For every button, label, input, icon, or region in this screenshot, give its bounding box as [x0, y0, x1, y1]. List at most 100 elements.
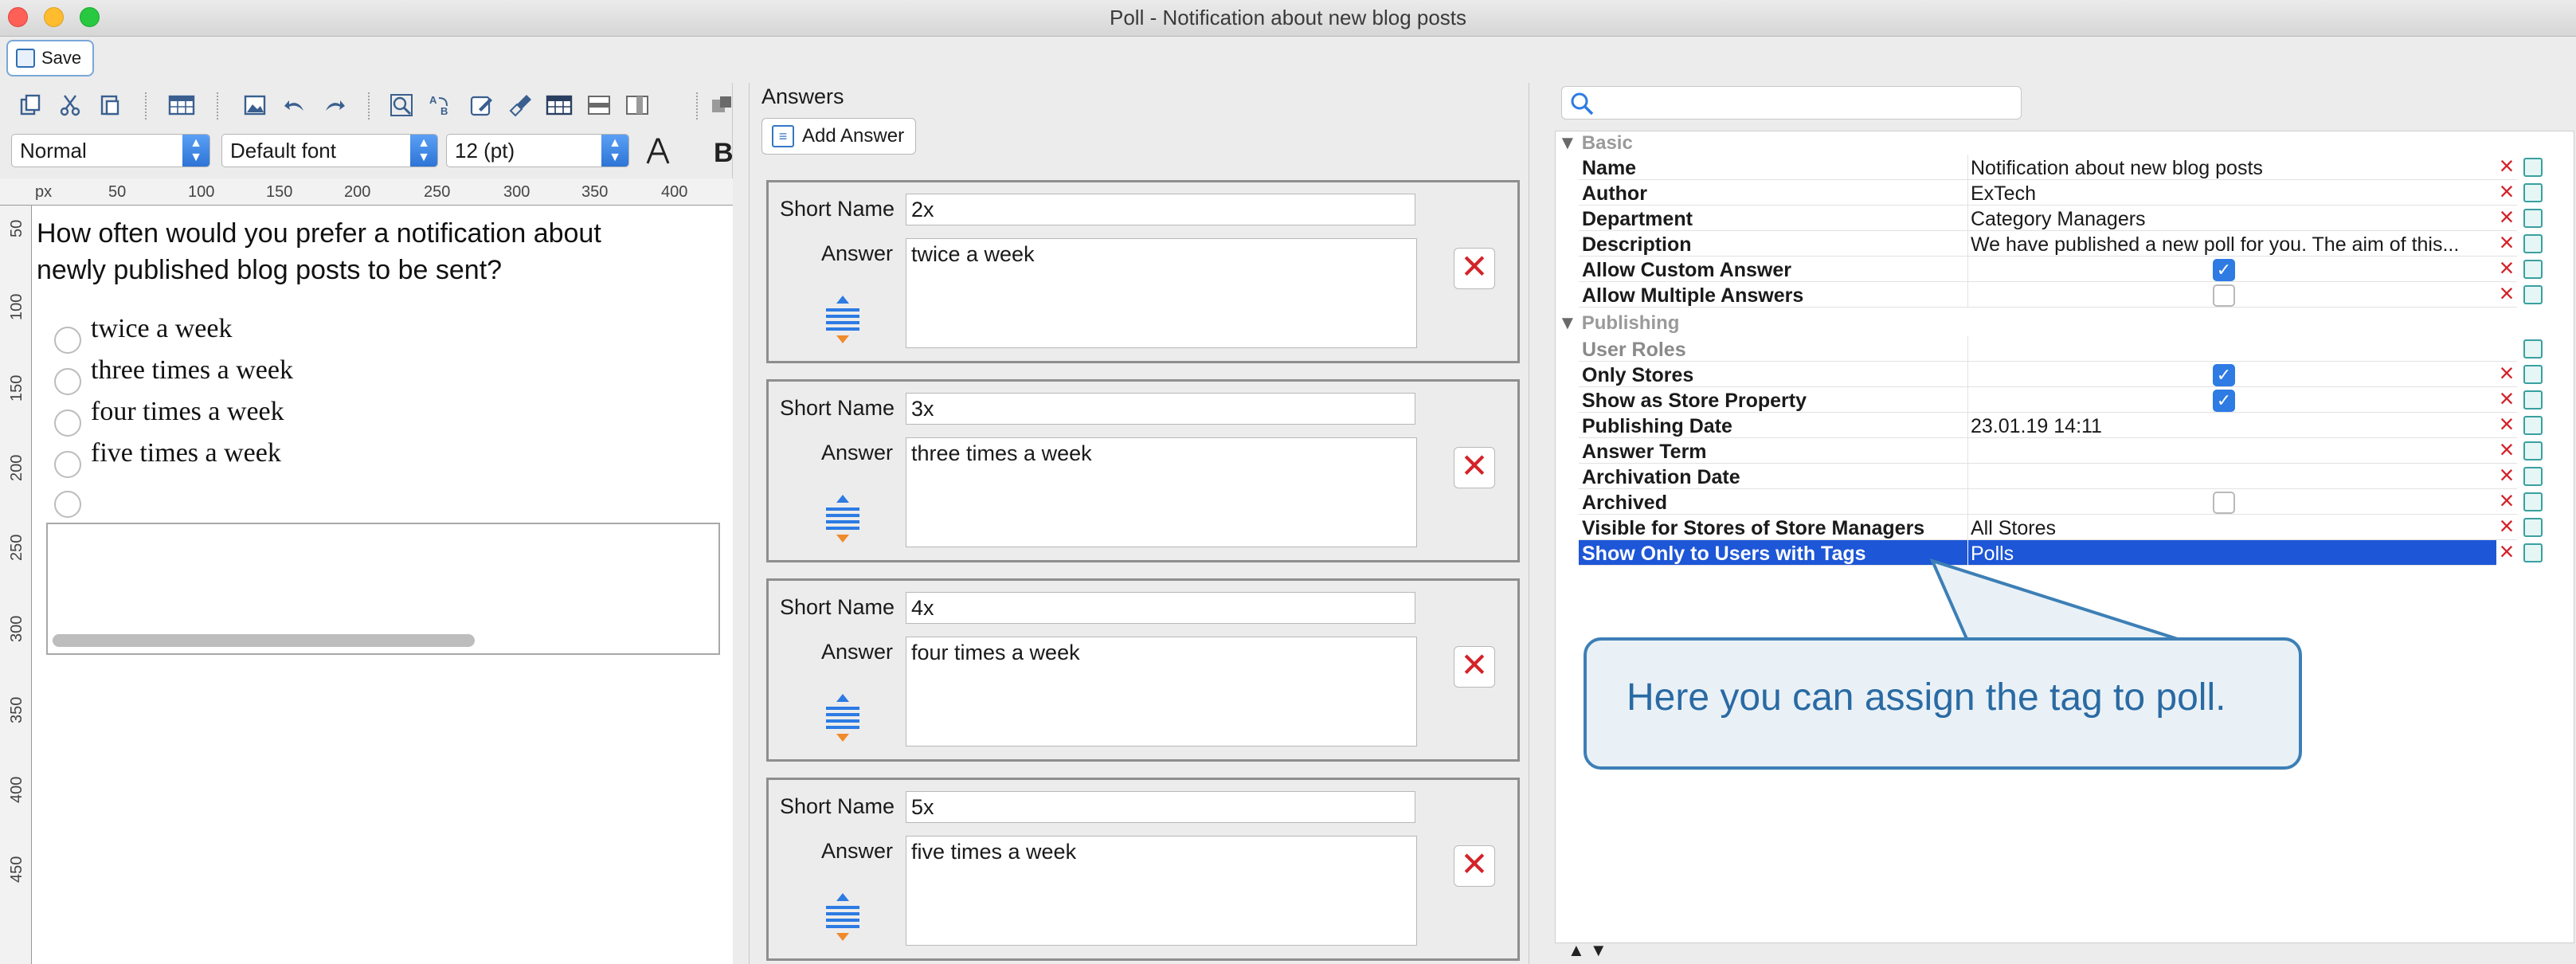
property-row[interactable]: Author ExTech — [1579, 180, 2517, 206]
reorder-icon[interactable] — [820, 692, 866, 743]
property-row[interactable]: Allow Multiple Answers — [1579, 282, 2517, 308]
copy-icon[interactable] — [14, 89, 46, 121]
option-radio[interactable] — [54, 410, 81, 437]
property-row[interactable]: Publishing Date 23.01.19 14:11 — [1579, 413, 2517, 438]
checkbox-unchecked[interactable] — [2213, 492, 2235, 514]
answer-textarea[interactable]: four times a week — [906, 637, 1417, 747]
sort-arrows-icon[interactable]: ▲ ▼ — [1568, 940, 1607, 961]
copy-value-icon[interactable] — [2523, 183, 2543, 202]
poll-question[interactable]: How often would you prefer a notificatio… — [37, 215, 674, 288]
copy-value-icon[interactable] — [2523, 209, 2543, 228]
property-row[interactable]: Show as Store Property ✓ — [1579, 387, 2517, 413]
copy-value-icon[interactable] — [2523, 492, 2543, 511]
property-value[interactable]: All Stores — [1971, 517, 2512, 540]
edit-link-icon[interactable] — [465, 89, 497, 121]
answer-textarea[interactable]: twice a week — [906, 238, 1417, 348]
clear-value-icon[interactable]: × — [2496, 280, 2517, 306]
section-header-basic[interactable]: ▼ Basic — [1558, 132, 1633, 156]
add-answer-button[interactable]: ≡ Add Answer — [761, 118, 916, 155]
option-radio[interactable] — [54, 327, 81, 354]
clear-value-icon[interactable]: × — [2496, 488, 2517, 513]
short-name-field[interactable]: 3x — [906, 393, 1415, 425]
copy-value-icon[interactable] — [2523, 518, 2543, 537]
table-icon[interactable] — [166, 89, 198, 121]
property-row[interactable]: Only Stores ✓ — [1579, 362, 2517, 387]
replace-icon[interactable]: AB — [425, 89, 457, 121]
copy-value-icon[interactable] — [2523, 158, 2543, 177]
redo-icon[interactable] — [319, 89, 350, 121]
checkbox-checked[interactable]: ✓ — [2213, 259, 2235, 281]
option-radio[interactable] — [54, 451, 81, 478]
paste-icon[interactable] — [94, 89, 126, 121]
clear-value-icon[interactable]: × — [2496, 178, 2517, 204]
font-family-select[interactable]: Default font ▲ ▼ — [221, 134, 438, 167]
copy-value-icon[interactable] — [2523, 234, 2543, 253]
table-column-icon[interactable] — [621, 89, 653, 121]
table-row-icon[interactable] — [583, 89, 615, 121]
text-color-icon[interactable] — [642, 135, 674, 167]
property-row[interactable]: Allow Custom Answer ✓ — [1579, 257, 2517, 282]
font-size-select[interactable]: 12 (pt) ▲ ▼ — [446, 134, 629, 167]
property-value[interactable]: Notification about new blog posts — [1971, 157, 2512, 180]
image-icon[interactable] — [239, 89, 271, 121]
save-button[interactable]: Save — [6, 40, 94, 76]
copy-value-icon[interactable] — [2523, 467, 2543, 486]
short-name-field[interactable]: 2x — [906, 194, 1415, 225]
property-row[interactable]: Archivation Date — [1579, 464, 2517, 489]
copy-value-icon[interactable] — [2523, 285, 2543, 304]
clear-value-icon[interactable]: × — [2496, 153, 2517, 178]
clear-value-icon[interactable]: × — [2496, 462, 2517, 488]
property-value[interactable]: Category Managers — [1971, 208, 2512, 231]
property-value[interactable]: ExTech — [1971, 182, 2512, 206]
scissors-icon[interactable] — [54, 89, 86, 121]
bold-icon[interactable]: B — [709, 135, 733, 167]
clear-value-icon[interactable]: × — [2496, 360, 2517, 386]
clear-value-icon[interactable]: × — [2496, 539, 2517, 564]
clear-value-icon[interactable]: × — [2496, 513, 2517, 539]
copy-value-icon[interactable] — [2523, 416, 2543, 435]
property-row[interactable]: Visible for Stores of Store Managers All … — [1579, 515, 2517, 540]
reorder-icon[interactable] — [820, 493, 866, 544]
horizontal-scrollbar[interactable] — [53, 634, 475, 647]
answer-textarea[interactable]: five times a week — [906, 836, 1417, 946]
property-row[interactable]: Department Category Managers — [1579, 206, 2517, 231]
delete-answer-button[interactable]: ✕ — [1454, 248, 1495, 289]
clear-value-icon[interactable]: × — [2496, 204, 2517, 229]
delete-answer-button[interactable]: ✕ — [1454, 845, 1495, 887]
clear-value-icon[interactable]: × — [2496, 229, 2517, 255]
clear-value-icon[interactable]: × — [2496, 411, 2517, 437]
copy-value-icon[interactable] — [2523, 339, 2543, 359]
answer-textarea[interactable]: three times a week — [906, 437, 1417, 547]
property-row[interactable]: Answer Term — [1579, 438, 2517, 464]
checkbox-checked[interactable]: ✓ — [2213, 390, 2235, 412]
short-name-field[interactable]: 4x — [906, 592, 1415, 624]
find-icon[interactable] — [386, 89, 417, 121]
clear-value-icon[interactable]: × — [2496, 437, 2517, 462]
property-row[interactable]: Name Notification about new blog posts — [1579, 155, 2517, 180]
property-row[interactable]: Archived — [1579, 489, 2517, 515]
property-value[interactable]: 23.01.19 14:11 — [1971, 415, 2512, 438]
short-name-field[interactable]: 5x — [906, 791, 1415, 823]
reorder-icon[interactable] — [820, 892, 866, 942]
undo-icon[interactable] — [279, 89, 311, 121]
property-search-input[interactable] — [1561, 86, 2022, 120]
delete-answer-button[interactable]: ✕ — [1454, 447, 1495, 488]
reorder-icon[interactable] — [820, 294, 866, 345]
paragraph-style-select[interactable]: Normal ▲ ▼ — [11, 134, 210, 167]
custom-option-radio[interactable] — [54, 491, 81, 518]
copy-value-icon[interactable] — [2523, 260, 2543, 279]
property-value[interactable]: We have published a new poll for you. Th… — [1971, 233, 2512, 257]
section-header-publishing[interactable]: ▼ Publishing — [1558, 312, 1679, 336]
copy-value-icon[interactable] — [2523, 543, 2543, 562]
checkbox-unchecked[interactable] — [2213, 284, 2235, 307]
option-radio[interactable] — [54, 368, 81, 395]
property-row[interactable]: User Roles — [1579, 336, 2517, 362]
property-row[interactable]: Description We have published a new poll … — [1579, 231, 2517, 257]
clear-format-brush-icon[interactable] — [505, 89, 537, 121]
copy-value-icon[interactable] — [2523, 441, 2543, 460]
clear-value-icon[interactable]: × — [2496, 386, 2517, 411]
copy-value-icon[interactable] — [2523, 390, 2543, 410]
insert-table-icon[interactable] — [543, 89, 575, 121]
clear-value-icon[interactable]: × — [2496, 255, 2517, 280]
more-tools-icon[interactable] — [709, 89, 733, 121]
